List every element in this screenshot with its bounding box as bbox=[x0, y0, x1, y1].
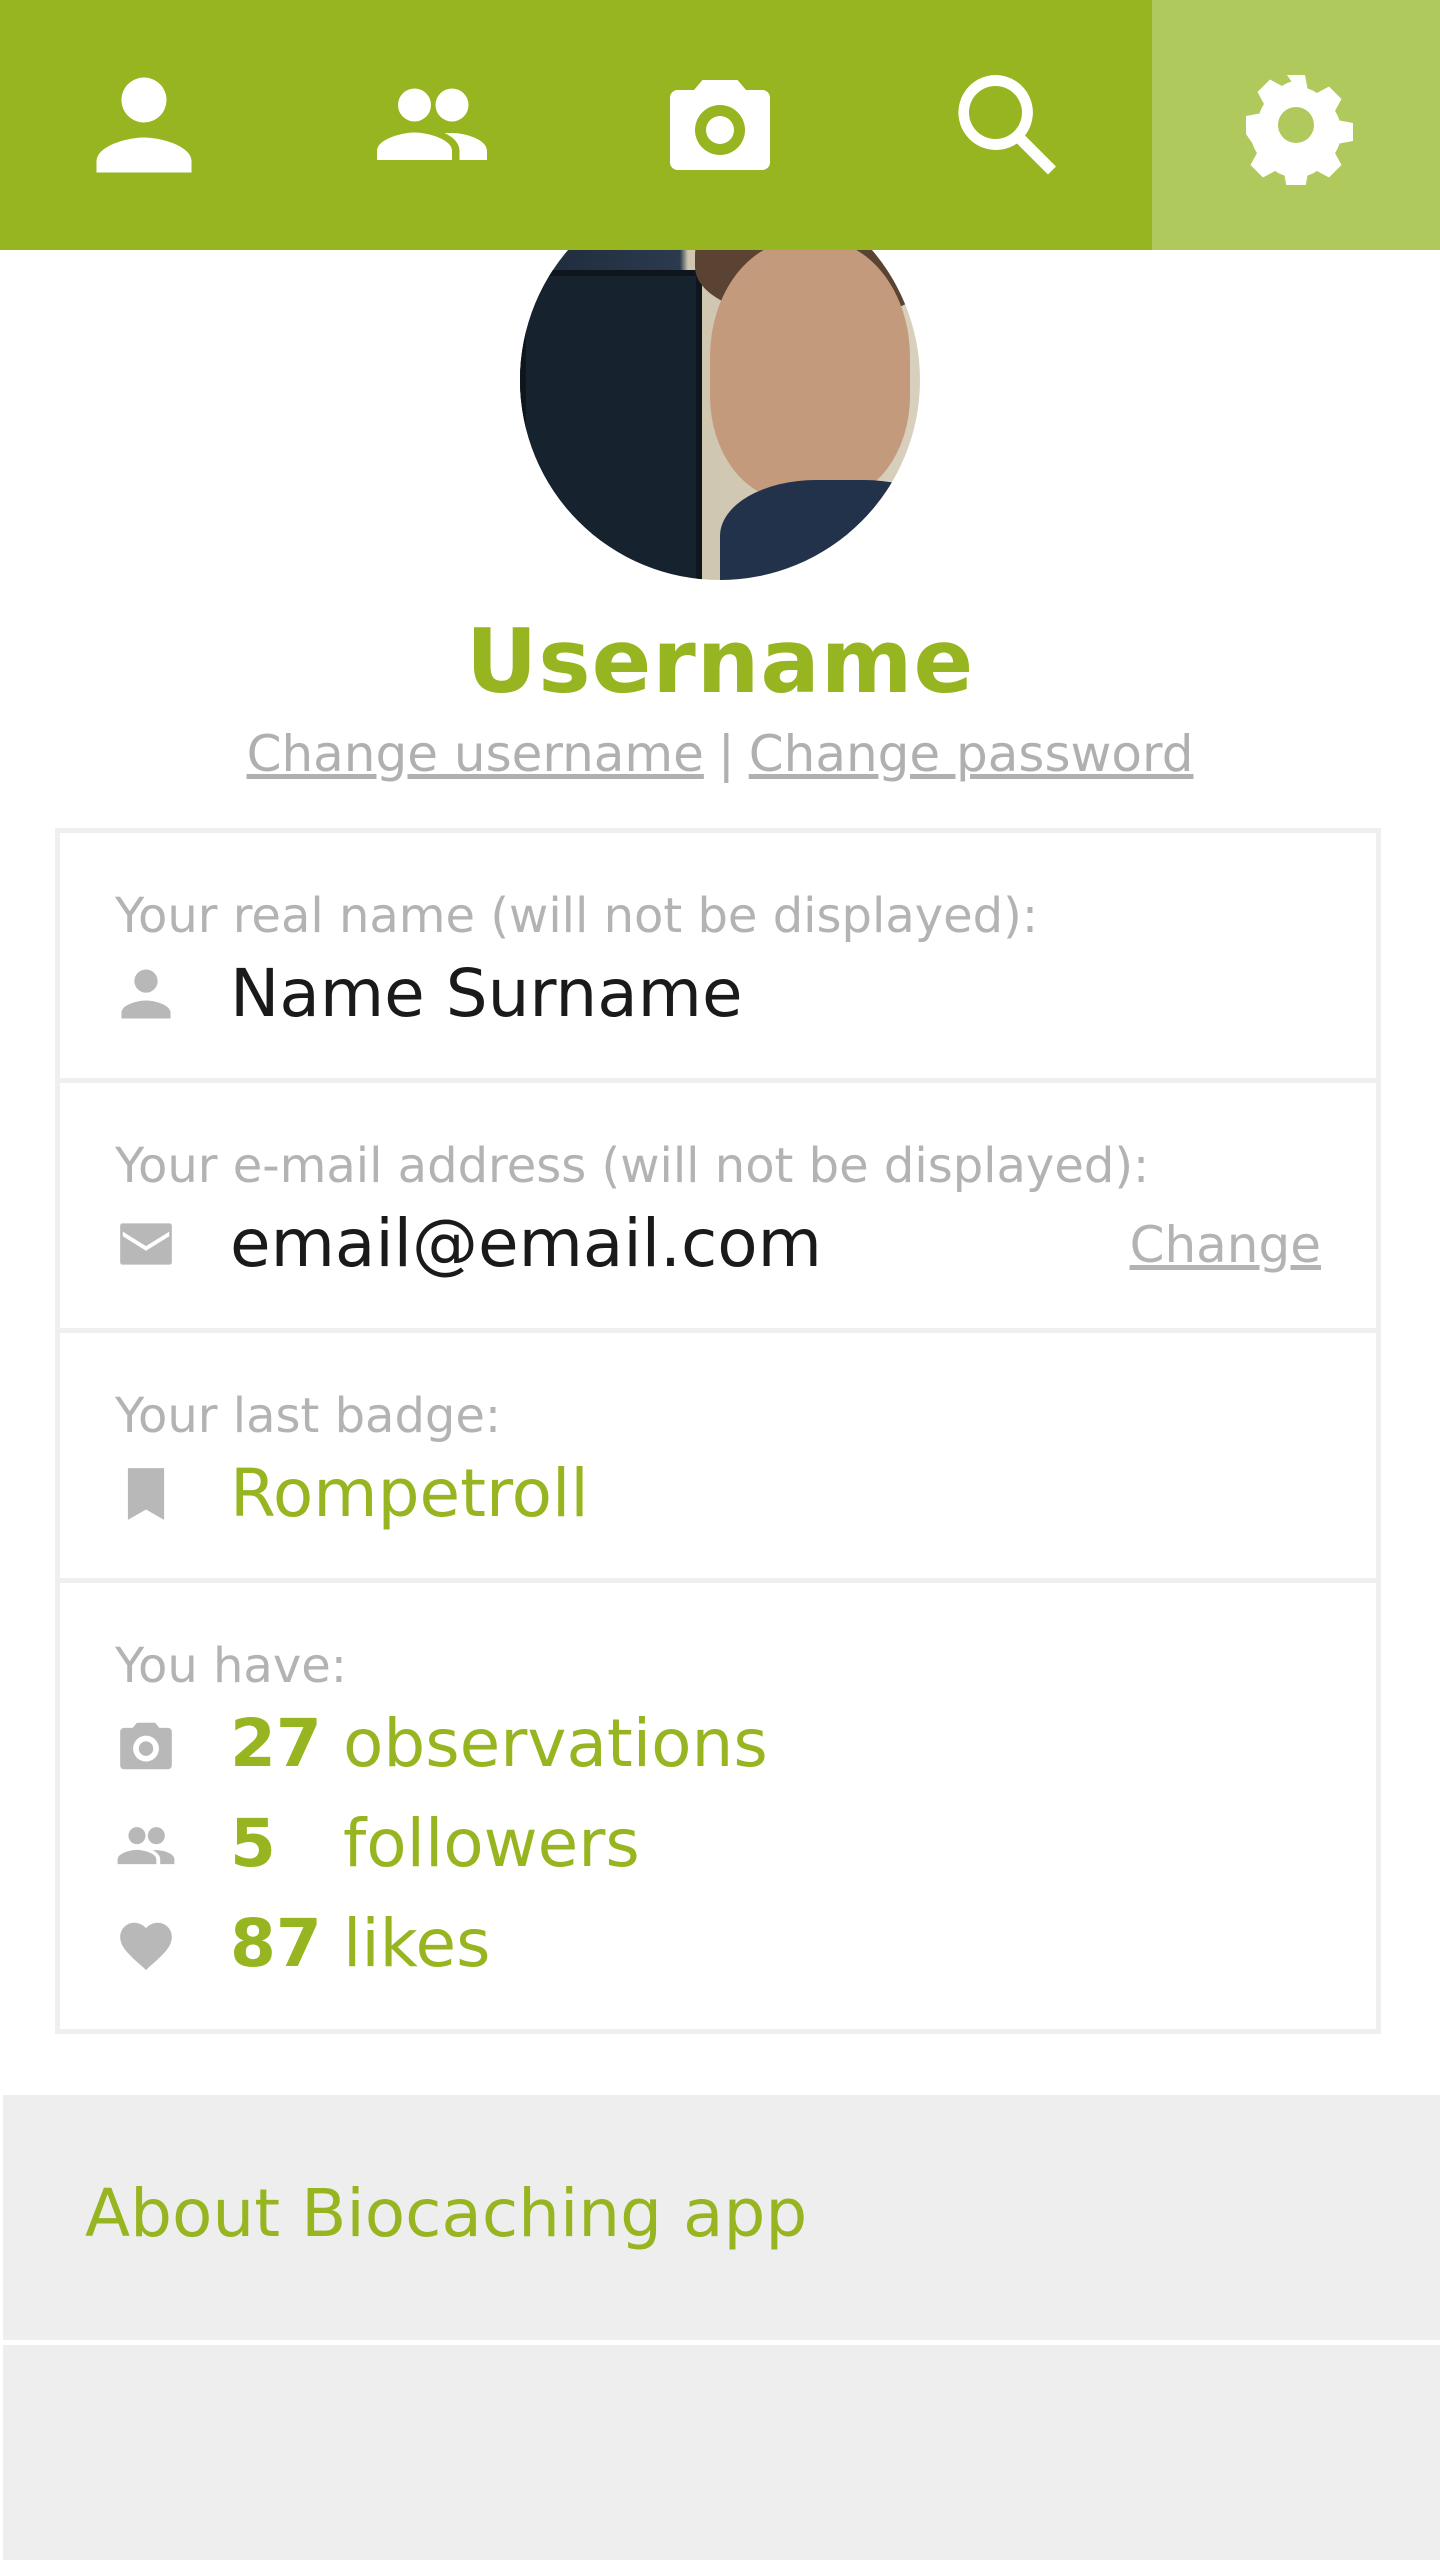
about-app-button[interactable]: About Biocaching app bbox=[3, 2095, 1440, 2340]
stat-observations[interactable]: 27 observations bbox=[60, 1705, 1376, 1795]
person-icon bbox=[96, 77, 192, 173]
stat-followers[interactable]: 5 followers bbox=[60, 1805, 1376, 1895]
change-email-link[interactable]: Change bbox=[1130, 1216, 1321, 1274]
change-username-link[interactable]: Change username bbox=[247, 725, 704, 783]
stat-likes[interactable]: 87 likes bbox=[60, 1905, 1376, 1995]
stat-word: followers bbox=[343, 1805, 640, 1882]
stats-label: You have: bbox=[115, 1638, 347, 1694]
camera-icon bbox=[670, 80, 770, 170]
badge-value[interactable]: Rompetroll bbox=[230, 1455, 589, 1532]
stat-count: 5 bbox=[230, 1805, 276, 1882]
stat-count: 87 bbox=[230, 1905, 322, 1982]
person-icon bbox=[115, 963, 177, 1025]
tab-friends[interactable] bbox=[288, 0, 576, 250]
mail-icon bbox=[115, 1213, 177, 1275]
badge-row: Your last badge: Rompetroll bbox=[60, 1333, 1376, 1583]
stat-word: observations bbox=[343, 1705, 768, 1782]
stat-word: likes bbox=[343, 1905, 491, 1982]
bookmark-icon bbox=[115, 1463, 177, 1525]
tab-search[interactable] bbox=[864, 0, 1152, 250]
search-icon bbox=[958, 75, 1056, 175]
top-navigation-bar bbox=[0, 0, 1440, 250]
people-icon bbox=[115, 1815, 177, 1877]
email-label: Your e-mail address (will not be display… bbox=[115, 1138, 1150, 1194]
stat-count: 27 bbox=[230, 1705, 322, 1782]
link-separator: | bbox=[717, 725, 735, 783]
account-links: Change username | Change password bbox=[0, 725, 1440, 783]
real-name-row: Your real name (will not be displayed): … bbox=[60, 833, 1376, 1083]
bottom-panel bbox=[3, 2345, 1440, 2560]
about-app-label: About Biocaching app bbox=[85, 2175, 808, 2252]
profile-info-card: Your real name (will not be displayed): … bbox=[55, 828, 1381, 2034]
tab-settings[interactable] bbox=[1152, 0, 1440, 250]
real-name-value: Name Surname bbox=[230, 955, 743, 1032]
camera-icon bbox=[115, 1715, 177, 1777]
change-password-link[interactable]: Change password bbox=[749, 725, 1194, 783]
badge-label: Your last badge: bbox=[115, 1388, 502, 1444]
gear-icon bbox=[1246, 75, 1353, 185]
username-title: Username bbox=[465, 610, 975, 713]
tab-profile[interactable] bbox=[0, 0, 288, 250]
tab-camera[interactable] bbox=[576, 0, 864, 250]
people-icon bbox=[377, 88, 487, 160]
real-name-label: Your real name (will not be displayed): bbox=[115, 888, 1039, 944]
email-row: Your e-mail address (will not be display… bbox=[60, 1083, 1376, 1333]
heart-icon bbox=[115, 1915, 177, 1977]
email-value: email@email.com bbox=[230, 1205, 822, 1282]
stats-row: You have: 27 observations 5 followers 87… bbox=[60, 1583, 1376, 2033]
